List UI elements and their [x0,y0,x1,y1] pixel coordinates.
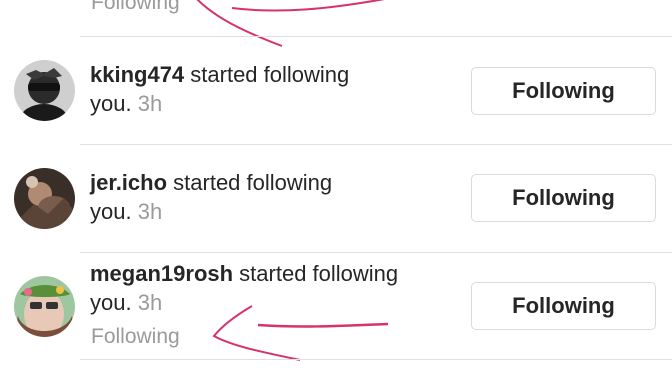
following-status: Following [91,325,180,348]
following-button[interactable]: Following [471,67,656,115]
action-text-cont: you. [90,290,132,315]
notification-text: jer.icho started following you. 3h [90,168,462,226]
avatar[interactable] [14,168,75,229]
action-text-cont: you. [90,91,132,116]
divider [80,359,672,360]
notification-text: megan19rosh started following you. 3h [90,259,462,317]
divider [80,36,672,37]
timestamp: 3h [137,199,163,224]
action-text-cont: you. [90,199,132,224]
username[interactable]: megan19rosh [90,261,233,286]
username[interactable]: jer.icho [90,170,167,195]
timestamp: 3h [137,290,163,315]
avatar[interactable] [14,60,75,121]
action-text: started following [233,261,399,286]
timestamp: 3h [137,91,163,116]
username[interactable]: kking474 [90,62,184,87]
following-button[interactable]: Following [471,282,656,330]
divider [80,252,672,253]
action-text: started following [184,62,350,87]
action-text: started following [167,170,333,195]
following-status-top: Following [91,0,180,14]
divider [80,144,672,145]
notification-text: kking474 started following you. 3h [90,60,462,118]
avatar[interactable] [14,276,75,337]
following-button[interactable]: Following [471,174,656,222]
